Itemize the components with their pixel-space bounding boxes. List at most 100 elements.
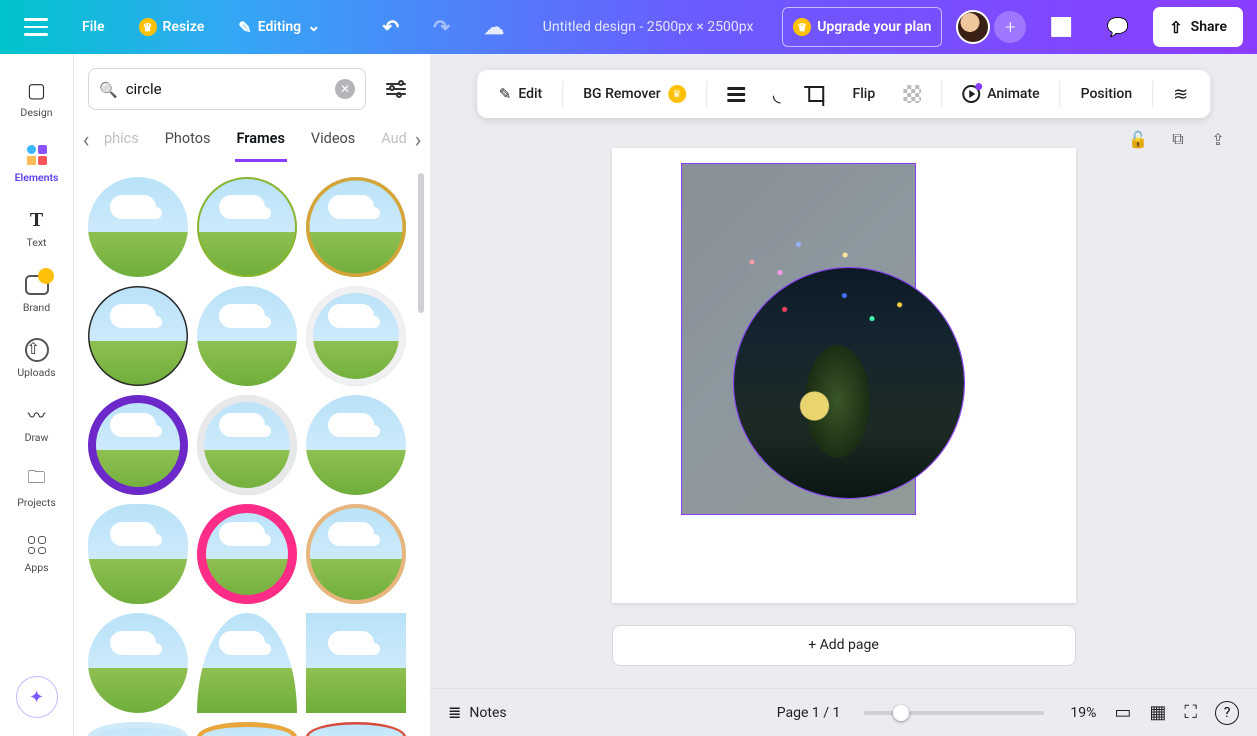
separator: [562, 81, 563, 107]
comments-button[interactable]: [1097, 7, 1139, 47]
fullscreen-button[interactable]: ⛶: [1184, 702, 1197, 723]
frame-circle-plain-3[interactable]: [88, 613, 188, 713]
notes-button[interactable]: Notes: [448, 703, 507, 722]
crown-icon: [793, 18, 811, 36]
position-button[interactable]: Position: [1069, 80, 1145, 108]
clear-search-button[interactable]: [335, 79, 355, 99]
hamburger-icon: [24, 18, 48, 36]
frame-circle-pink[interactable]: [197, 504, 297, 604]
frame-circle-plain-2[interactable]: [306, 395, 406, 495]
search-box[interactable]: [88, 68, 366, 110]
resize-button[interactable]: Resize: [129, 7, 215, 47]
search-input[interactable]: [126, 80, 327, 98]
nav-text[interactable]: Text: [7, 198, 67, 259]
animate-button[interactable]: Animate: [950, 79, 1051, 109]
zoom-slider[interactable]: [864, 711, 1044, 715]
help-button[interactable]: ?: [1215, 701, 1239, 725]
crop-button[interactable]: [796, 80, 836, 108]
frame-circle-ltblue[interactable]: [88, 722, 188, 736]
design-title-input[interactable]: [528, 19, 768, 35]
zoom-percent[interactable]: 19%: [1070, 705, 1096, 721]
grid-view-button[interactable]: ▦: [1149, 702, 1166, 723]
frame-square-overlay[interactable]: [306, 613, 406, 713]
apps-icon: [25, 533, 49, 557]
main-menu-button[interactable]: [14, 7, 58, 47]
flip-button[interactable]: Flip: [840, 80, 887, 108]
add-collaborator-button[interactable]: +: [994, 11, 1026, 43]
nav-uploads[interactable]: Uploads: [7, 328, 67, 389]
frame-circle-soft[interactable]: [197, 286, 297, 386]
frame-circle-ornate[interactable]: [306, 504, 406, 604]
editing-mode-dropdown[interactable]: Editing: [228, 7, 330, 47]
zoom-slider-thumb[interactable]: [893, 705, 909, 721]
share-icon: [1169, 18, 1182, 37]
analytics-button[interactable]: [1040, 7, 1082, 47]
search-icon: [99, 80, 118, 99]
frame-circle-grey-border[interactable]: [306, 286, 406, 386]
canvas-page[interactable]: [612, 148, 1076, 603]
tab-graphics[interactable]: phics: [102, 124, 141, 162]
crown-icon: [668, 85, 686, 103]
frame-circle-orange-leaf[interactable]: [197, 722, 297, 736]
frame-circle-plain[interactable]: [88, 177, 188, 277]
magic-assist-button[interactable]: [16, 676, 58, 718]
frame-cloud-shape[interactable]: [88, 504, 188, 604]
tab-videos[interactable]: Videos: [309, 124, 357, 162]
tabs-scroll-right[interactable]: [408, 126, 428, 154]
nav-label: Uploads: [17, 366, 55, 379]
frame-circle-black-outline[interactable]: [88, 286, 188, 386]
chart-icon: [1050, 17, 1072, 38]
frame-results: [74, 163, 430, 736]
search-filters-button[interactable]: [376, 69, 416, 109]
upgrade-plan-button[interactable]: Upgrade your plan: [782, 7, 942, 47]
bg-remover-button[interactable]: BG Remover: [571, 79, 698, 109]
nav-projects[interactable]: Projects: [7, 458, 67, 519]
frame-circle-red-thin[interactable]: [306, 722, 406, 736]
add-page-button[interactable]: + Add page: [612, 625, 1076, 666]
frame-circle-gold[interactable]: [306, 177, 406, 277]
nav-design[interactable]: Design: [7, 68, 67, 129]
lock-button[interactable]: 🔓: [1127, 128, 1149, 150]
lines-icon: [727, 87, 745, 102]
tabs-scroll-left[interactable]: [76, 126, 96, 154]
style-copy-button[interactable]: [1161, 78, 1200, 111]
editing-label: Editing: [258, 19, 301, 35]
user-avatar[interactable]: [956, 10, 990, 44]
page-view-button[interactable]: ▭: [1114, 702, 1131, 723]
undo-button[interactable]: [373, 7, 410, 47]
page-indicator: Page 1 / 1: [777, 705, 841, 721]
text-icon: [25, 208, 49, 232]
nav-brand[interactable]: Brand: [7, 263, 67, 324]
redo-button[interactable]: [423, 7, 460, 47]
nav-elements[interactable]: Elements: [7, 133, 67, 194]
corner-rounding-button[interactable]: [761, 76, 793, 112]
nav-label: Elements: [15, 171, 59, 184]
frame-circle-purple[interactable]: [88, 395, 188, 495]
nav-label: Draw: [25, 431, 49, 444]
nav-apps[interactable]: Apps: [7, 523, 67, 584]
resize-label: Resize: [163, 19, 205, 35]
tab-frames[interactable]: Frames: [235, 124, 287, 162]
frame-circle-floral[interactable]: [197, 395, 297, 495]
nav-draw[interactable]: Draw: [7, 393, 67, 454]
file-menu[interactable]: File: [72, 7, 115, 47]
export-page-button[interactable]: ⇪: [1207, 128, 1229, 150]
tab-photos[interactable]: Photos: [163, 124, 213, 162]
duplicate-page-button[interactable]: ⧉: [1167, 128, 1189, 150]
results-scrollbar[interactable]: [418, 173, 424, 313]
separator: [1060, 81, 1061, 107]
circle-frame-element[interactable]: [734, 268, 964, 498]
edit-image-button[interactable]: Edit: [487, 79, 554, 109]
save-status[interactable]: [474, 7, 514, 47]
nav-rail: Design Elements Text Brand Uploads Draw …: [0, 54, 74, 736]
frame-circle-green-thin[interactable]: [197, 177, 297, 277]
share-button[interactable]: Share: [1153, 7, 1243, 47]
nav-label: Text: [27, 236, 47, 249]
edit-icon: [499, 85, 512, 103]
context-toolbar: Edit BG Remover Flip Animate Position: [477, 70, 1211, 118]
transparency-button[interactable]: [891, 79, 933, 109]
line-style-button[interactable]: [715, 81, 757, 108]
upgrade-label: Upgrade your plan: [817, 19, 931, 35]
crop-icon: [808, 86, 824, 102]
frame-half-circle[interactable]: [197, 613, 297, 713]
